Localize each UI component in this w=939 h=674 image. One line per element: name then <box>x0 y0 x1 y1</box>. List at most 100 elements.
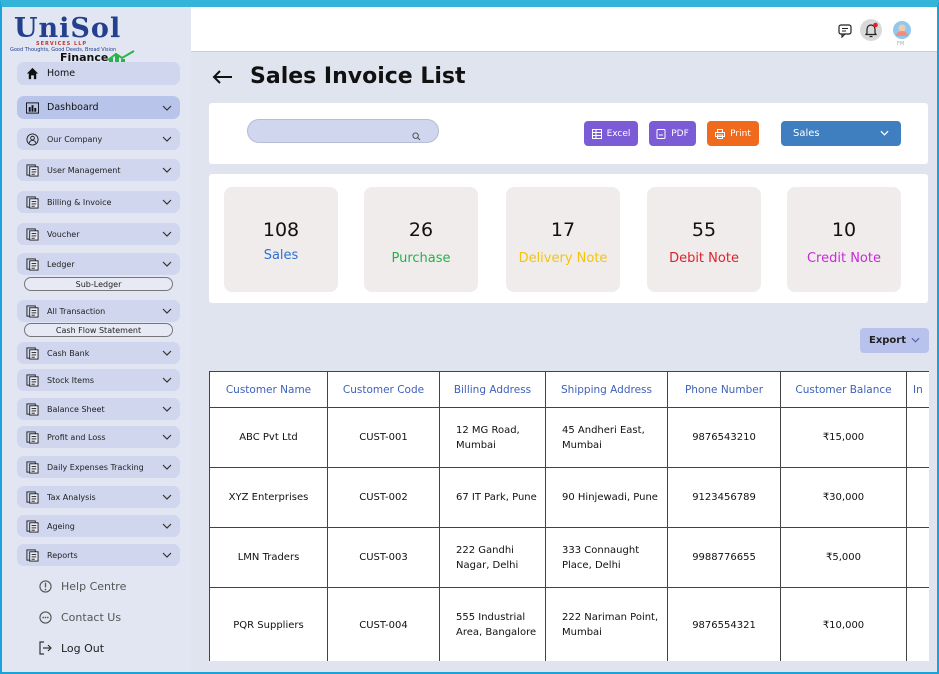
stat-card-delivery-note[interactable]: 17 Delivery Note <box>506 187 620 292</box>
table-cell: 222 Nariman Point, Mumbai <box>545 587 668 661</box>
table-header-row: Customer Name Customer Code Billing Addres… <box>209 371 929 408</box>
column-header[interactable]: Phone Number <box>667 371 781 408</box>
excel-button[interactable]: Excel <box>584 121 638 146</box>
sidebar-item-label: Our Company <box>47 134 103 144</box>
info-icon <box>38 579 52 593</box>
document-icon <box>25 460 39 474</box>
sidebar-item-ledger[interactable]: Ledger <box>17 253 180 275</box>
document-icon <box>25 195 39 209</box>
sidebar-item-balance-sheet[interactable]: Balance Sheet <box>17 398 180 420</box>
stat-value: 17 <box>550 219 576 241</box>
sidebar-item-dashboard[interactable]: Dashboard <box>17 96 180 119</box>
stat-value: 55 <box>691 219 717 241</box>
column-header[interactable]: Customer Code <box>327 371 440 408</box>
table-cell: 90 Hinjewadi, Pune <box>545 467 668 528</box>
table-cell <box>906 527 929 588</box>
stat-label: Purchase <box>391 251 451 266</box>
chevron-down-icon <box>162 550 172 560</box>
export-dropdown-button[interactable]: Export <box>860 328 929 353</box>
chevron-down-icon <box>880 128 889 139</box>
sidebar-item-stock-items[interactable]: Stock Items <box>17 369 180 391</box>
sidebar-subitem-cash-flow-statement[interactable]: Cash Flow Statement <box>24 323 173 337</box>
type-select[interactable]: Sales <box>781 121 901 146</box>
table-row[interactable]: ABC Pvt Ltd CUST-001 12 MG Road, Mumbai 45 … <box>209 407 929 468</box>
pdf-icon <box>656 128 666 139</box>
chevron-down-icon <box>162 348 172 358</box>
table-cell: CUST-004 <box>327 587 440 661</box>
sidebar-item-our-company[interactable]: Our Company <box>17 128 180 150</box>
help-centre-label: Help Centre <box>61 579 127 593</box>
chevron-down-icon <box>162 432 172 442</box>
document-icon <box>25 304 39 318</box>
column-header[interactable]: Customer Balance <box>780 371 907 408</box>
sidebar-item-user-management[interactable]: User Management <box>17 159 180 181</box>
table-row[interactable]: PQR Suppliers CUST-004 555 Industrial Area… <box>209 587 929 661</box>
document-icon <box>25 548 39 562</box>
table-row[interactable]: XYZ Enterprises CUST-002 67 IT Park, Pune 9… <box>209 467 929 528</box>
sidebar-item-reports[interactable]: Reports <box>17 544 180 566</box>
chevron-down-icon <box>162 404 172 414</box>
export-label: Export <box>868 335 907 346</box>
document-icon <box>25 430 39 444</box>
logout-icon <box>38 641 52 655</box>
top-bar: FM <box>191 7 937 52</box>
sidebar-item-label: Ledger <box>47 259 75 269</box>
back-arrow-icon[interactable] <box>212 65 234 89</box>
document-icon <box>25 373 39 387</box>
stat-card-credit-note[interactable]: 10 Credit Note <box>787 187 901 292</box>
sidebar-item-all-transaction[interactable]: All Transaction <box>17 300 180 322</box>
table-cell: ₹10,000 <box>780 587 907 661</box>
help-centre-link[interactable]: Help Centre <box>38 579 126 593</box>
print-button[interactable]: Print <box>707 121 759 146</box>
search-icon[interactable] <box>412 126 422 141</box>
table-cell: 222 Gandhi Nagar, Delhi <box>439 527 546 588</box>
table-cell: LMN Traders <box>209 527 328 588</box>
table-cell <box>906 467 929 528</box>
sidebar-item-profit-and-loss[interactable]: Profit and Loss <box>17 426 180 448</box>
document-icon <box>25 227 39 241</box>
chevron-down-icon <box>162 259 172 269</box>
column-header[interactable]: In <box>906 371 929 408</box>
contact-us-link[interactable]: Contact Us <box>38 610 121 624</box>
sidebar-subitem-sub-ledger[interactable]: Sub-Ledger <box>24 277 173 291</box>
sidebar-item-label: Home <box>47 68 76 79</box>
sidebar-item-daily-expenses-tracking[interactable]: Daily Expenses Tracking <box>17 456 180 478</box>
summary-cards: 108 Sales 26 Purchase 17 Delivery Note 55 Debit… <box>209 174 928 303</box>
sidebar-item-home[interactable]: Home <box>17 62 180 85</box>
sidebar-item-billing-invoice[interactable]: Billing & Invoice <box>17 191 180 213</box>
pdf-button[interactable]: PDF <box>649 121 696 146</box>
logo: UniSol SERVICES LLP Good Thoughts, Good … <box>10 13 180 66</box>
table-cell: CUST-001 <box>327 407 440 468</box>
table-cell: ₹5,000 <box>780 527 907 588</box>
stat-card-debit-note[interactable]: 55 Debit Note <box>647 187 761 292</box>
sidebar-item-label: Stock Items <box>47 375 95 385</box>
table-cell: 333 Connaught Place, Delhi <box>545 527 668 588</box>
sidebar-item-label: Cash Bank <box>47 348 90 358</box>
notification-bell-icon[interactable] <box>860 19 882 41</box>
log-out-label: Log Out <box>61 641 105 655</box>
type-select-value: Sales <box>793 128 820 139</box>
table-row[interactable]: LMN Traders CUST-003 222 Gandhi Nagar, Del… <box>209 527 929 588</box>
sidebar-item-cash-bank[interactable]: Cash Bank <box>17 342 180 364</box>
document-icon <box>25 346 39 360</box>
table-cell: 9876543210 <box>667 407 781 468</box>
column-header[interactable]: Customer Name <box>209 371 328 408</box>
search-input[interactable] <box>260 124 410 138</box>
message-icon[interactable] <box>834 19 856 41</box>
table-cell: 67 IT Park, Pune <box>439 467 546 528</box>
user-avatar[interactable] <box>891 19 913 41</box>
sidebar-item-ageing[interactable]: Ageing <box>17 515 180 537</box>
stat-value: 10 <box>831 219 857 241</box>
avatar-initials: FM <box>897 41 905 47</box>
stat-card-purchase[interactable]: 26 Purchase <box>364 187 478 292</box>
document-icon <box>25 519 39 533</box>
column-header[interactable]: Shipping Address <box>545 371 668 408</box>
stat-label: Delivery Note <box>518 251 608 266</box>
chevron-down-icon <box>162 197 172 207</box>
chevron-down-icon <box>162 306 172 316</box>
sidebar-item-voucher[interactable]: Voucher <box>17 223 180 245</box>
sidebar-item-tax-analysis[interactable]: Tax Analysis <box>17 486 180 508</box>
column-header[interactable]: Billing Address <box>439 371 546 408</box>
stat-card-sales[interactable]: 108 Sales <box>224 187 338 292</box>
log-out-link[interactable]: Log Out <box>38 641 104 655</box>
